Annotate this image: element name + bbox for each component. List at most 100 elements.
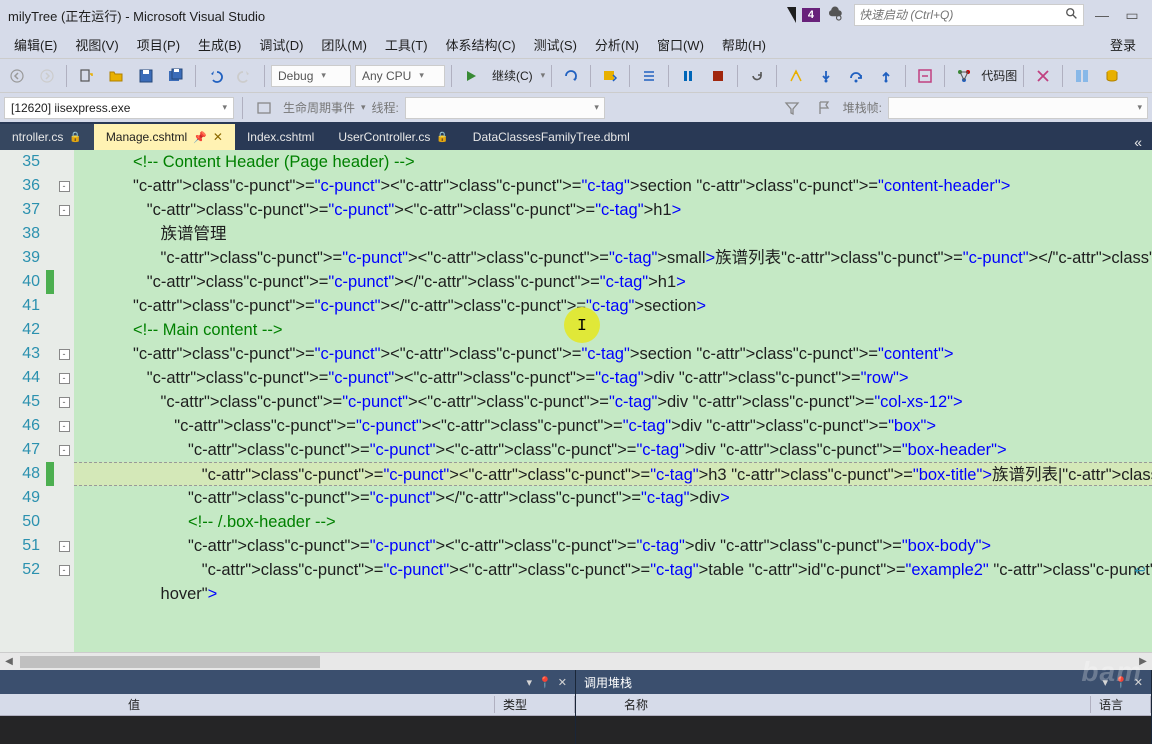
intellitrace-button[interactable] (912, 63, 938, 89)
close-panel-icon[interactable]: ✕ (558, 676, 567, 689)
tab-label: DataClassesFamilyTree.dbml (473, 130, 630, 144)
process-dropdown[interactable]: [12620] iisexpress.exe▾ (4, 97, 234, 119)
stackframe-dropdown[interactable]: ▾ (888, 97, 1148, 119)
flag-threads-icon[interactable] (811, 95, 837, 121)
col-type[interactable]: 类型 (495, 696, 575, 713)
redo-button[interactable] (232, 63, 258, 89)
config-dropdown[interactable]: Debug▾ (271, 65, 351, 87)
account-cloud-icon[interactable] (826, 5, 844, 26)
menu-project[interactable]: 项目(P) (129, 31, 188, 58)
tab-label: UserController.cs (338, 130, 430, 144)
browserlink-button[interactable] (597, 63, 623, 89)
dropdown-icon[interactable]: ▾ (1103, 676, 1109, 689)
watch-panel-header[interactable]: ▾ 📍 ✕ (0, 670, 575, 694)
maximize-button[interactable]: ▭ (1120, 7, 1144, 24)
col-name[interactable]: 名称 (616, 696, 1091, 713)
pause-button[interactable] (675, 63, 701, 89)
callstack-panel: 调用堆栈 ▾ 📍 ✕ 名称 语言 (576, 670, 1152, 744)
undo-button[interactable] (202, 63, 228, 89)
menu-build[interactable]: 生成(B) (190, 31, 249, 58)
scroll-left-icon[interactable]: ◀ (0, 656, 18, 667)
dropdown-icon[interactable]: ▾ (527, 676, 533, 689)
codemap-icon[interactable] (951, 63, 977, 89)
toggle-comment-icon[interactable] (1030, 63, 1056, 89)
show-next-statement-button[interactable] (783, 63, 809, 89)
tab-manage-cshtml[interactable]: Manage.cshtml📌✕ (94, 124, 235, 150)
col-value[interactable]: 值 (120, 696, 495, 713)
horizontal-scrollbar[interactable]: ◀ ▶ (0, 652, 1152, 670)
lock-icon: 🔒 (69, 132, 81, 143)
code-editor[interactable]: 353637383940414243444546474849505152 ---… (0, 150, 1152, 652)
format-icon[interactable] (1069, 63, 1095, 89)
code-content[interactable]: I ↩ <!-- Content Header (Page header) --… (74, 150, 1152, 652)
step-into-button[interactable] (813, 63, 839, 89)
quick-launch-input[interactable] (859, 8, 1065, 22)
menu-view[interactable]: 视图(V) (67, 31, 126, 58)
menu-tools[interactable]: 工具(T) (377, 31, 436, 58)
tab-controller-cs[interactable]: ntroller.cs🔒 (0, 124, 94, 150)
feedback-flag-icon[interactable] (787, 7, 796, 23)
codemap-label[interactable]: 代码图 (981, 67, 1017, 84)
sign-in-link[interactable]: 登录 (1100, 31, 1146, 58)
update-db-icon[interactable] (1099, 63, 1125, 89)
config-value: Debug (278, 69, 313, 83)
step-out-button[interactable] (873, 63, 899, 89)
menu-architecture[interactable]: 体系结构(C) (438, 31, 524, 58)
title-bar: milyTree (正在运行) - Microsoft Visual Studi… (0, 0, 1152, 30)
platform-dropdown[interactable]: Any CPU▾ (355, 65, 445, 87)
tab-label: Index.cshtml (247, 130, 314, 144)
scrollbar-thumb[interactable] (20, 656, 320, 668)
tab-usercontroller-cs[interactable]: UserController.cs 🔒 (326, 124, 460, 150)
restart-button[interactable] (744, 63, 770, 89)
close-panel-icon[interactable]: ✕ (1134, 676, 1143, 689)
line-number-gutter: 353637383940414243444546474849505152 (0, 150, 46, 652)
tab-overflow-button[interactable]: « (1124, 134, 1152, 150)
thread-label: 线程: (372, 99, 399, 116)
main-toolbar: Debug▾ Any CPU▾ 继续(C)▾ 代码图 (0, 58, 1152, 92)
save-all-button[interactable] (163, 63, 189, 89)
refresh-browser-button[interactable] (558, 63, 584, 89)
menu-analyze[interactable]: 分析(N) (587, 31, 647, 58)
scroll-right-icon[interactable]: ▶ (1134, 656, 1152, 667)
bottom-panel-area: ▾ 📍 ✕ 值 类型 调用堆栈 ▾ 📍 ✕ 名称 语言 (0, 670, 1152, 744)
quick-launch-search[interactable] (854, 4, 1084, 26)
col-lang[interactable]: 语言 (1091, 696, 1151, 713)
lifecycle-icon[interactable] (251, 95, 277, 121)
menu-team[interactable]: 团队(M) (313, 31, 375, 58)
continue-label[interactable]: 继续(C) (492, 67, 533, 84)
pin-icon[interactable]: 📌 (193, 131, 207, 144)
new-file-button[interactable] (73, 63, 99, 89)
debug-toolbar: [12620] iisexpress.exe▾ 生命周期事件▾ 线程: ▾ 堆栈… (0, 92, 1152, 122)
callstack-columns: 名称 语言 (576, 694, 1151, 716)
lock-icon: 🔒 (436, 132, 448, 143)
pin-icon[interactable]: 📍 (538, 676, 552, 689)
open-file-button[interactable] (103, 63, 129, 89)
change-indicator-column (46, 150, 54, 652)
menu-edit[interactable]: 编辑(E) (6, 31, 65, 58)
minimize-button[interactable]: — (1090, 7, 1114, 23)
step-over-button[interactable] (843, 63, 869, 89)
list-icon[interactable] (636, 63, 662, 89)
menu-debug[interactable]: 调试(D) (251, 31, 311, 58)
search-icon (1065, 7, 1079, 24)
tab-dataclasses-dbml[interactable]: DataClassesFamilyTree.dbml (461, 124, 642, 150)
callstack-title: 调用堆栈 (584, 674, 632, 691)
tab-index-cshtml[interactable]: Index.cshtml (235, 124, 326, 150)
menu-window[interactable]: 窗口(W) (649, 31, 712, 58)
thread-dropdown[interactable]: ▾ (405, 97, 605, 119)
nav-forward-button[interactable] (34, 63, 60, 89)
watch-panel: ▾ 📍 ✕ 值 类型 (0, 670, 576, 744)
menu-help[interactable]: 帮助(H) (714, 31, 774, 58)
close-icon[interactable]: ✕ (213, 130, 223, 144)
pin-icon[interactable]: 📍 (1114, 676, 1128, 689)
continue-button[interactable] (458, 63, 484, 89)
filter-icon[interactable] (779, 95, 805, 121)
stackframe-label: 堆栈帧: (843, 99, 882, 116)
callstack-panel-header[interactable]: 调用堆栈 ▾ 📍 ✕ (576, 670, 1151, 694)
menu-test[interactable]: 测试(S) (526, 31, 585, 58)
window-title: milyTree (正在运行) - Microsoft Visual Studi… (8, 6, 265, 25)
save-button[interactable] (133, 63, 159, 89)
stop-button[interactable] (705, 63, 731, 89)
nav-back-button[interactable] (4, 63, 30, 89)
notification-badge[interactable]: 4 (802, 8, 820, 22)
